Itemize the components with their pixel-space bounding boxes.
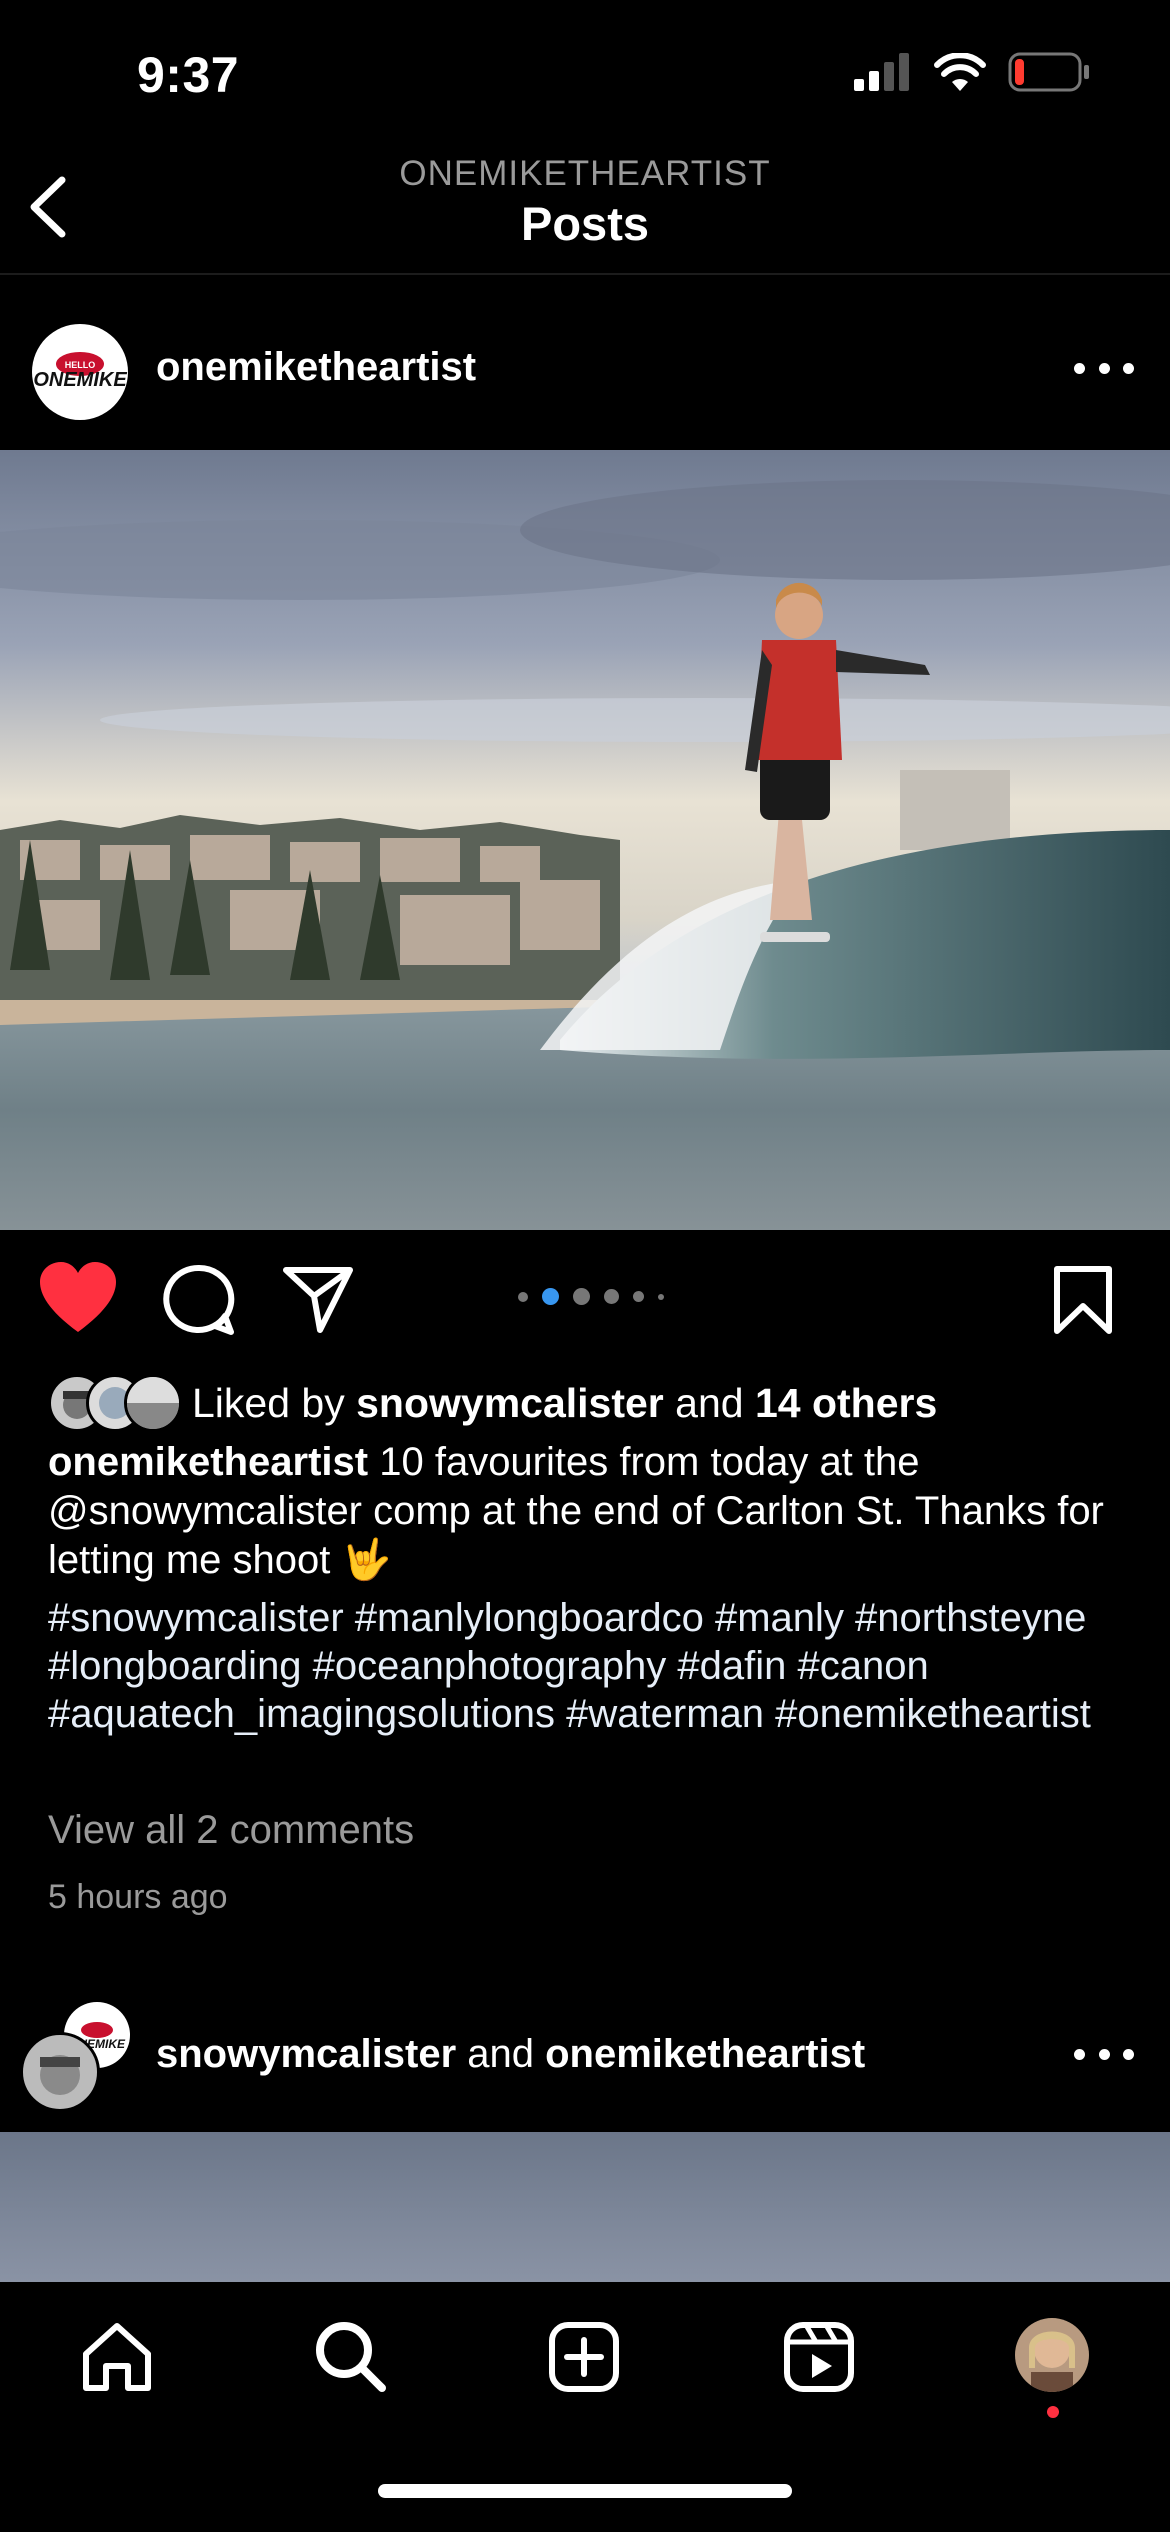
liked-prefix: Liked by (192, 1380, 357, 1426)
post-more-options-button[interactable] (1074, 358, 1134, 378)
wifi-icon (934, 53, 986, 91)
status-icons (854, 52, 1090, 92)
carousel-dot (573, 1288, 590, 1305)
dot-icon (1098, 2048, 1110, 2060)
battery-icon (1008, 52, 1089, 92)
dot-icon (1074, 362, 1085, 374)
post2-more-options-button[interactable] (1074, 2044, 1134, 2064)
carousel-dot (658, 1293, 664, 1300)
post-timestamp: 5 hours ago (48, 1878, 228, 1916)
carousel-dot (633, 1291, 644, 1302)
save-bookmark-icon[interactable] (1052, 1264, 1114, 1336)
dot-icon (1074, 2048, 1085, 2060)
dot-icon (1123, 2048, 1134, 2060)
post2-connector: and (456, 2032, 546, 2076)
liked-by-text[interactable]: Liked by snowymcalister and 14 others (192, 1380, 937, 1427)
liker-avatar (124, 1374, 182, 1432)
post-hashtags[interactable]: #snowymcalister #manlylongboardco #manly… (48, 1594, 1128, 1738)
avatar-logo-text: ONEMIKE (33, 369, 127, 391)
onemike-logo-icon: HELLO ONEMIKE (33, 326, 127, 418)
post2-user1[interactable]: snowymcalister (156, 2032, 456, 2076)
search-icon[interactable] (314, 2320, 388, 2394)
dot-icon (1098, 362, 1110, 374)
header-divider (0, 273, 1170, 275)
profile-username-header: ONEMIKETHEARTIST (399, 154, 771, 193)
profile-avatar-tab[interactable] (1015, 2318, 1089, 2392)
view-comments-link[interactable]: View all 2 comments (48, 1808, 414, 1853)
liked-others-count[interactable]: 14 others (755, 1380, 937, 1426)
liked-middle: and (663, 1380, 755, 1426)
post2-photo[interactable] (0, 2132, 1170, 2282)
post2-user2[interactable]: onemiketheartist (545, 2032, 865, 2076)
notification-dot (1047, 2406, 1059, 2418)
collab-avatar-snowy (20, 2032, 100, 2112)
like-heart-icon[interactable] (38, 1262, 118, 1336)
status-time: 9:37 (137, 47, 240, 103)
create-post-icon[interactable] (547, 2320, 621, 2394)
dot-icon (1123, 362, 1134, 374)
home-indicator[interactable] (378, 2484, 792, 2498)
home-icon[interactable] (80, 2320, 154, 2394)
liked-by-user[interactable]: snowymcalister (356, 1380, 664, 1426)
comment-bubble-icon[interactable] (163, 1264, 235, 1336)
post-author-avatar[interactable]: HELLO ONEMIKE (32, 324, 128, 420)
liked-by-avatars[interactable] (48, 1374, 182, 1432)
page-title: Posts (521, 197, 649, 250)
caption-username[interactable]: onemiketheartist (48, 1440, 368, 1484)
profile-photo-icon (1015, 2318, 1089, 2392)
post2-collab-avatars[interactable]: ONEMIKE (20, 2002, 130, 2112)
carousel-dot-active (542, 1288, 559, 1305)
surf-photo-image (0, 450, 1170, 1230)
carousel-dot (518, 1291, 528, 1302)
carousel-dot (604, 1289, 619, 1304)
post-photo-surfer[interactable] (0, 450, 1170, 1230)
post-author-username[interactable]: onemiketheartist (156, 345, 476, 390)
reels-icon[interactable] (782, 2320, 856, 2394)
post-caption: onemiketheartist 10 favourites from toda… (48, 1438, 1128, 1585)
carousel-indicator (518, 1288, 664, 1305)
share-send-icon[interactable] (282, 1264, 354, 1336)
post2-collab-usernames[interactable]: snowymcalister and onemiketheartist (156, 2032, 865, 2077)
cellular-signal-icon (854, 53, 909, 91)
